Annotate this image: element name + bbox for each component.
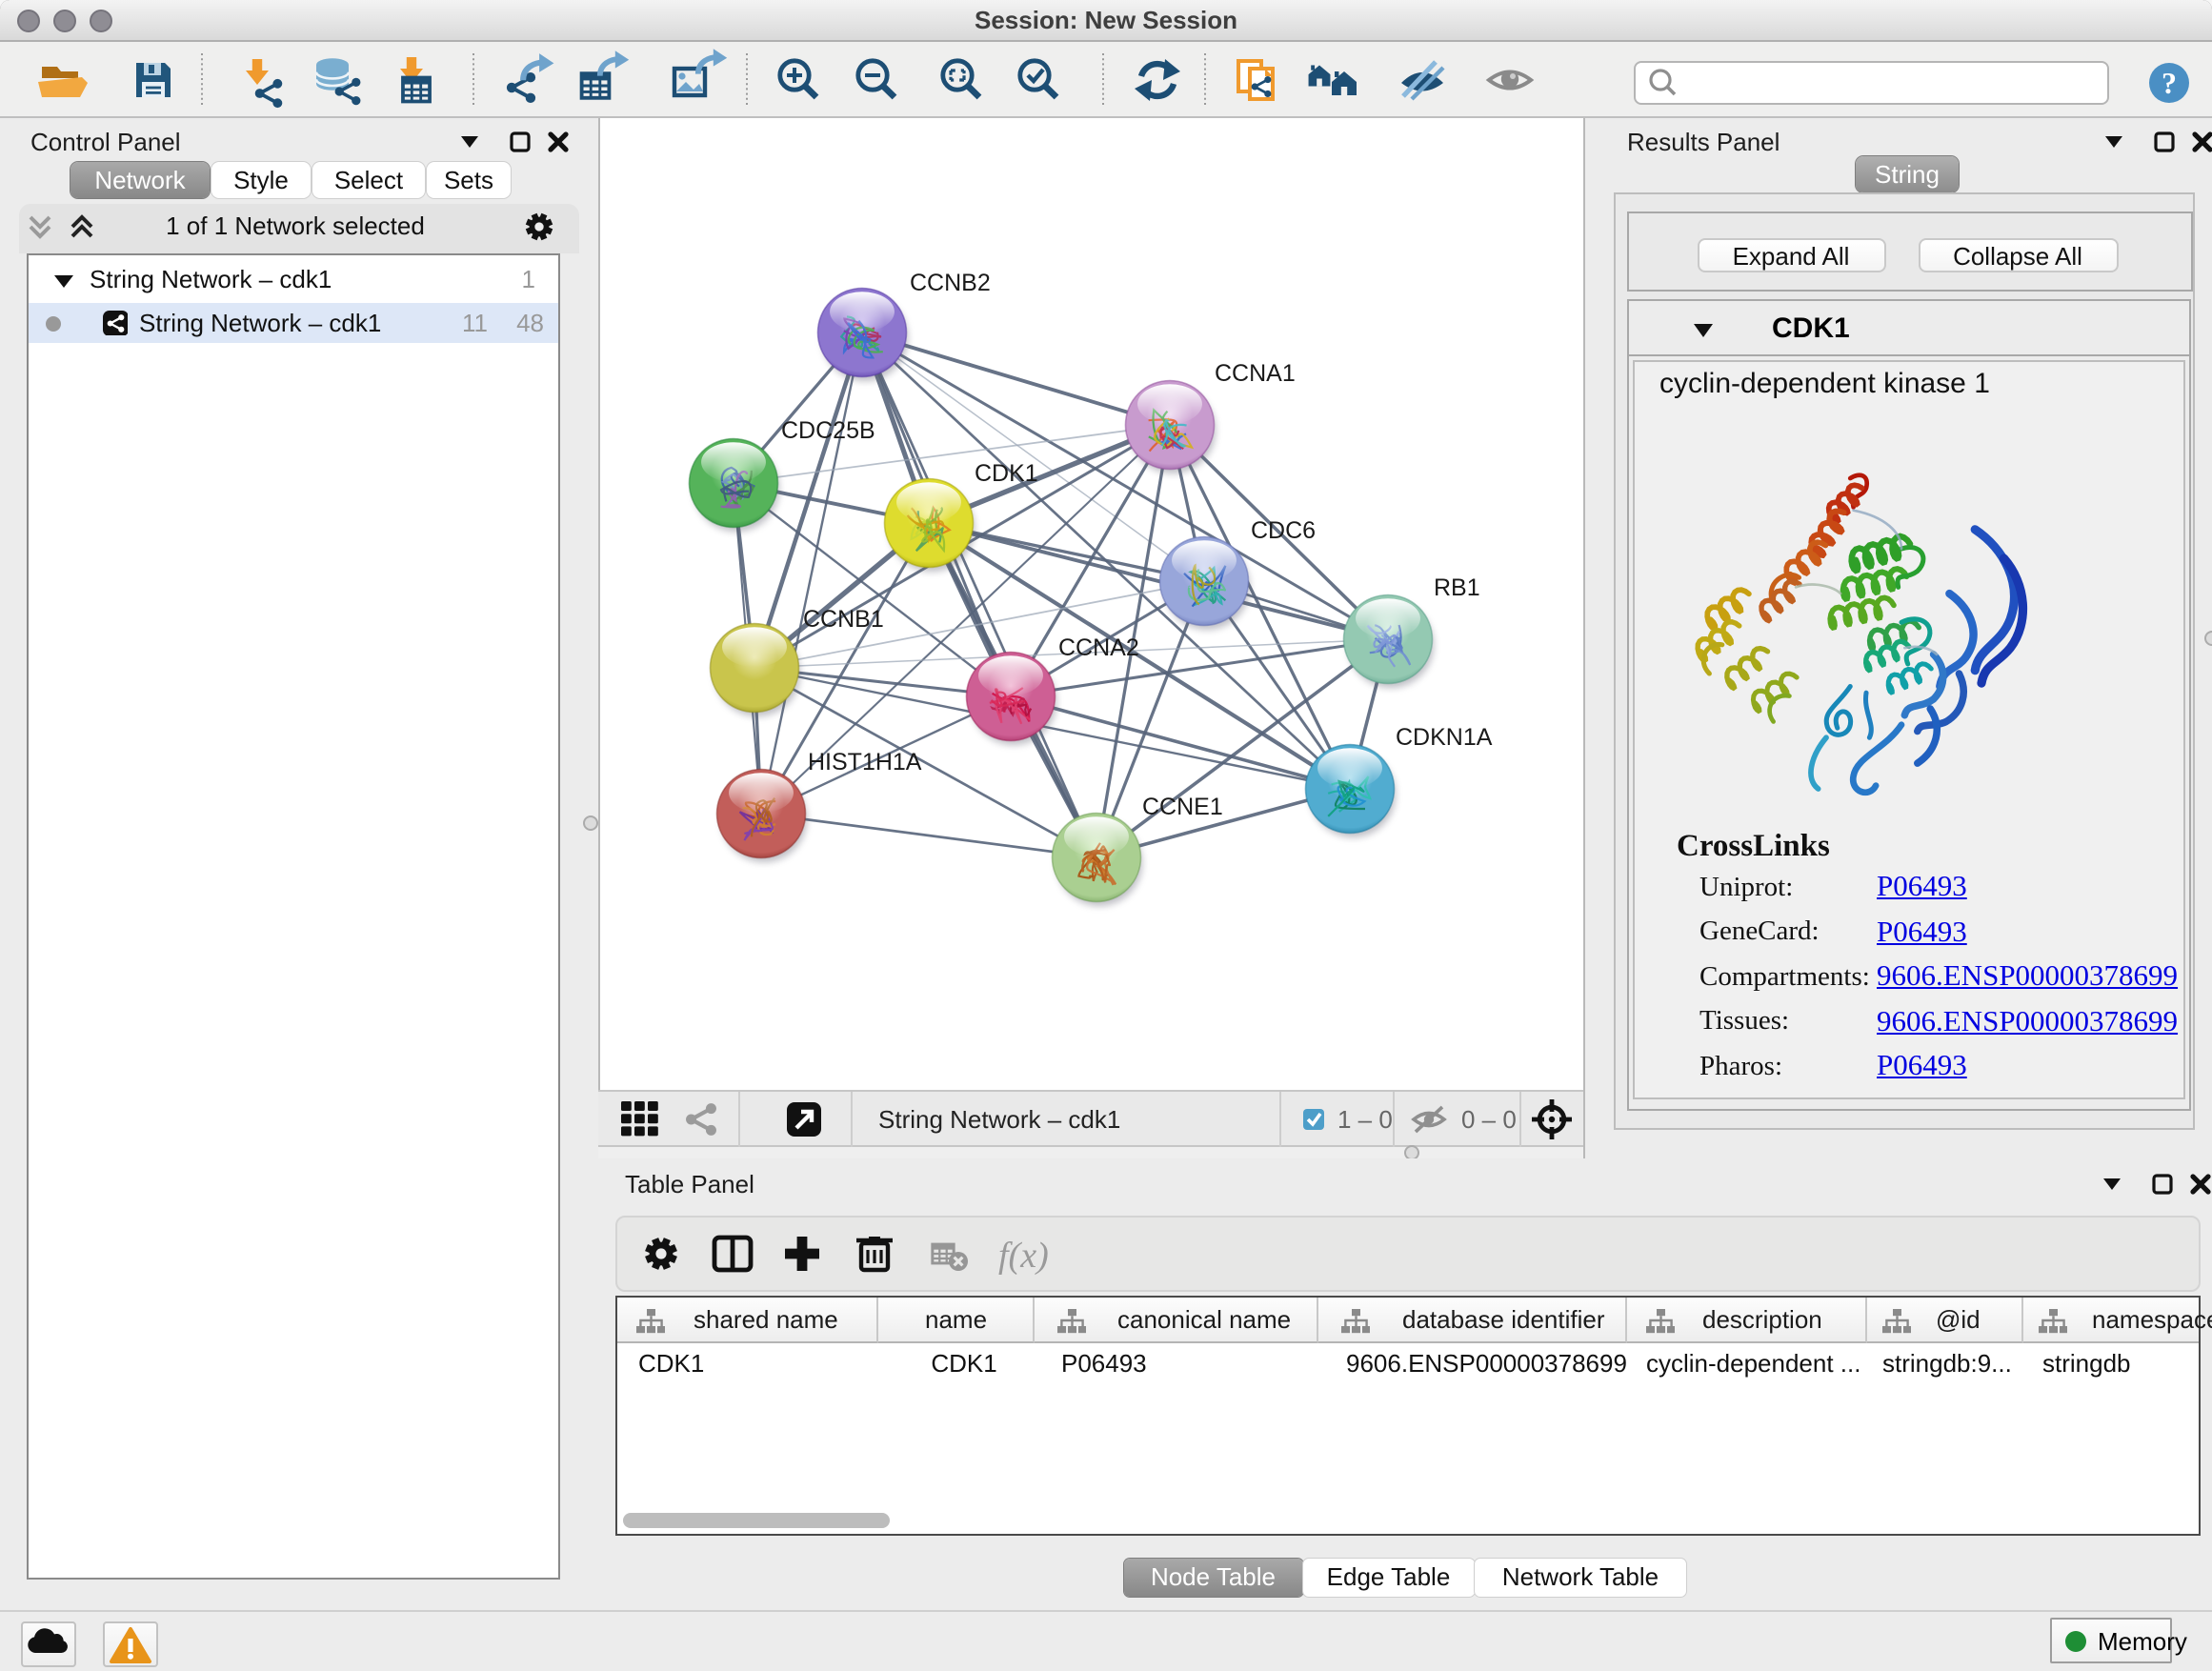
svg-text:1 – 0: 1 – 0 [1337,1104,1392,1133]
svg-text:CCNA1: CCNA1 [1214,360,1295,387]
svg-text:HIST1H1A: HIST1H1A [807,749,921,775]
svg-text:f(x): f(x) [998,1236,1049,1276]
svg-text:0 – 0: 0 – 0 [1460,1104,1516,1133]
svg-text:CCNA2: CCNA2 [1057,634,1138,661]
svg-text:CDC6: CDC6 [1250,517,1315,544]
svg-text:CDK1: CDK1 [974,460,1037,487]
svg-text:CDKN1A: CDKN1A [1395,724,1492,751]
svg-text:CCNB2: CCNB2 [909,270,990,296]
svg-text:CCNE1: CCNE1 [1141,794,1222,820]
svg-text:?: ? [2162,66,2177,100]
svg-text:CDC25B: CDC25B [780,417,875,444]
svg-text:RB1: RB1 [1433,574,1479,601]
svg-text:CCNB1: CCNB1 [802,606,883,633]
svg-text:String Network – cdk1: String Network – cdk1 [877,1104,1119,1133]
